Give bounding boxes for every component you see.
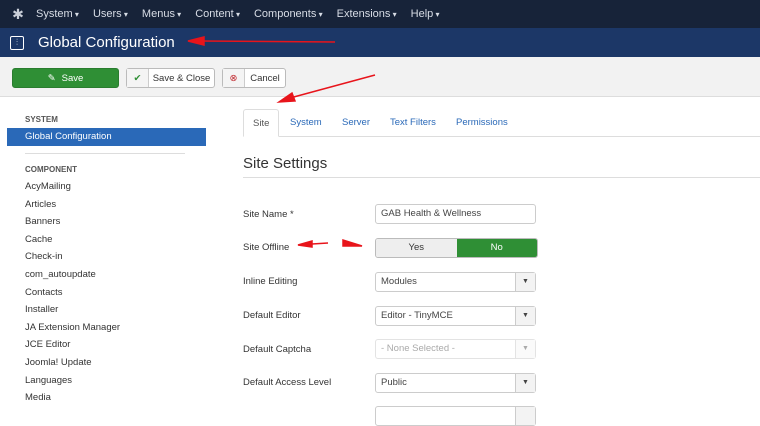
annotation-arrow <box>311 242 329 245</box>
annotation-arrow <box>289 74 376 99</box>
annotation-arrows <box>187 36 376 248</box>
annotation-arrowhead <box>276 91 297 103</box>
annotation-arrowhead <box>297 240 313 248</box>
annotation-arrowhead <box>187 36 205 46</box>
annotation-arrowhead <box>342 238 363 247</box>
annotation-arrow <box>199 40 336 43</box>
next-select[interactable] <box>375 406 536 426</box>
